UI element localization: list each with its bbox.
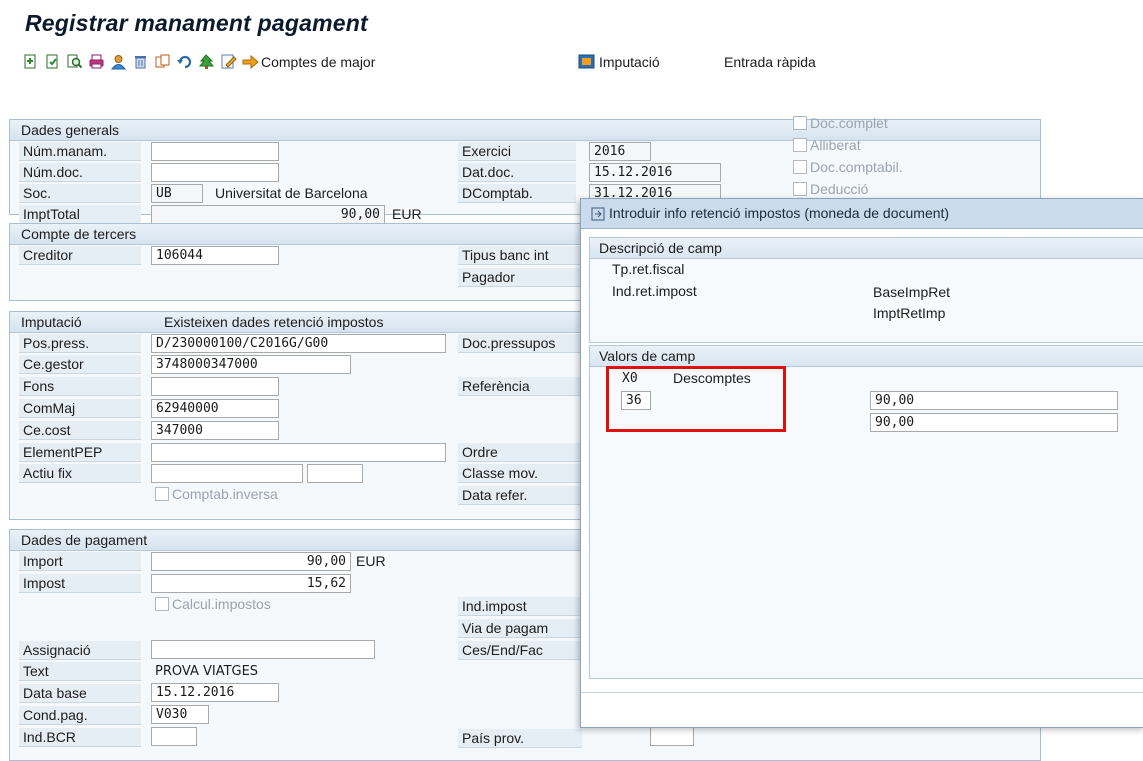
- pagador-label: Pagador: [458, 268, 582, 287]
- impt-ret-imp-field[interactable]: 90,00: [870, 413, 1118, 432]
- num-doc-label: Núm.doc.: [19, 163, 141, 182]
- user-icon[interactable]: [110, 53, 127, 70]
- dialog-title-bar[interactable]: Introduir info retenció impostos (moneda…: [581, 199, 1143, 229]
- doc-comptabil-checkbox[interactable]: Doc.comptabil.: [793, 158, 903, 177]
- ces-end-fac-label: Ces/End/Fac: [458, 641, 582, 660]
- retencio-impostos-dialog: Introduir info retenció impostos (moneda…: [580, 198, 1143, 728]
- impt-total-field[interactable]: 90,00: [151, 205, 385, 224]
- dialog-divider: [581, 692, 1143, 693]
- impt-ret-imp-label: ImptRetImp: [873, 305, 946, 321]
- arrow-icon[interactable]: [242, 53, 259, 70]
- import-field[interactable]: 90,00: [151, 552, 351, 571]
- classe-mov-label: Classe mov.: [458, 464, 582, 483]
- soc-field[interactable]: UB: [151, 184, 203, 203]
- impt-total-currency: EUR: [392, 206, 422, 222]
- page-title: Registrar manament pagament: [25, 10, 368, 36]
- group-header: Valors de camp: [590, 346, 1143, 367]
- elementpep-field[interactable]: [151, 443, 446, 462]
- tipus-banc-label: Tipus banc int: [458, 246, 582, 265]
- tree-icon[interactable]: [198, 53, 215, 70]
- imputacio-icon[interactable]: [578, 53, 595, 70]
- calcul-impostos-checkbox[interactable]: Calcul.impostos: [155, 595, 271, 614]
- num-manam-label: Núm.manam.: [19, 142, 141, 161]
- cond-pag-field[interactable]: V030: [151, 705, 209, 724]
- cond-pag-label: Cond.pag.: [19, 706, 141, 725]
- actiu-fix-sub-field[interactable]: [307, 464, 363, 483]
- duplicate-icon[interactable]: [154, 53, 171, 70]
- ind-impost-label: Ind.impost: [458, 597, 582, 616]
- retencio-note: Existeixen dades retenció impostos: [164, 314, 384, 330]
- new-document-icon[interactable]: [22, 53, 39, 70]
- tp-ret-fiscal-label: Tp.ret.fiscal: [612, 261, 685, 277]
- ind-ret-impost-label: Ind.ret.impost: [612, 283, 697, 299]
- exercici-label: Exercici: [458, 142, 576, 161]
- impost-label: Impost: [19, 574, 141, 593]
- num-doc-field[interactable]: [151, 163, 279, 182]
- via-pagament-label: Via de pagam: [458, 619, 582, 638]
- assignacio-field[interactable]: [151, 640, 375, 659]
- creditor-field[interactable]: 106044: [151, 246, 279, 265]
- alliberat-checkbox[interactable]: Alliberat: [793, 136, 861, 155]
- dialog-window-icon: [591, 207, 605, 221]
- pos-press-label: Pos.press.: [19, 334, 141, 353]
- text-label: Text: [19, 662, 141, 681]
- ce-gestor-label: Ce.gestor: [19, 355, 141, 374]
- doc-pressup-label: Doc.pressupos: [458, 334, 582, 353]
- print-icon[interactable]: [88, 53, 105, 70]
- base-imp-ret-field[interactable]: 90,00: [870, 391, 1118, 410]
- assignacio-label: Assignació: [19, 641, 141, 660]
- ce-cost-label: Ce.cost: [19, 421, 141, 440]
- commaj-field[interactable]: 62940000: [151, 399, 279, 418]
- impt-total-label: ImptTotal: [19, 205, 141, 224]
- data-base-label: Data base: [19, 684, 141, 703]
- text-value[interactable]: PROVA VIATGES: [155, 662, 258, 681]
- application-toolbar: Comptes de major Imputació Entrada ràpid…: [0, 46, 1143, 78]
- dcomptab-label: DComptab.: [458, 184, 576, 203]
- pos-press-field[interactable]: D/230000100/C2016G/G00: [151, 334, 446, 353]
- undo-icon[interactable]: [176, 53, 193, 70]
- pais-prov-label: País prov.: [458, 729, 582, 748]
- ordre-label: Ordre: [458, 443, 582, 462]
- data-base-field[interactable]: 15.12.2016: [151, 683, 279, 702]
- soc-label: Soc.: [19, 184, 141, 203]
- comptab-inversa-checkbox[interactable]: Comptab.inversa: [155, 485, 278, 504]
- fons-field[interactable]: [151, 377, 279, 396]
- elementpep-label: ElementPEP: [19, 443, 141, 462]
- referencia-label: Referència: [458, 377, 582, 396]
- comptes-de-major-button[interactable]: Comptes de major: [261, 54, 375, 70]
- delete-icon[interactable]: [132, 53, 149, 70]
- edit-icon[interactable]: [220, 53, 237, 70]
- actiu-fix-label: Actiu fix: [19, 464, 141, 483]
- fons-label: Fons: [19, 377, 141, 396]
- ce-gestor-field[interactable]: 3748000347000: [151, 355, 351, 374]
- num-manam-field[interactable]: [151, 142, 279, 161]
- actiu-fix-field[interactable]: [151, 464, 303, 483]
- exercici-field[interactable]: 2016: [589, 142, 651, 161]
- soc-name: Universitat de Barcelona: [215, 185, 368, 201]
- impost-field[interactable]: 15,62: [151, 574, 351, 593]
- dat-doc-field[interactable]: 15.12.2016: [589, 163, 721, 182]
- ind-bcr-label: Ind.BCR: [19, 728, 141, 747]
- pais-prov-field[interactable]: [650, 727, 694, 746]
- import-currency: EUR: [356, 553, 386, 569]
- base-imp-ret-label: BaseImpRet: [873, 284, 951, 300]
- highlight-annotation: [606, 366, 786, 432]
- copy-document-icon[interactable]: [44, 53, 61, 70]
- commaj-label: ComMaj: [19, 399, 141, 418]
- dialog-title: Introduir info retenció impostos (moneda…: [609, 205, 950, 221]
- imputacio-button[interactable]: Imputació: [599, 54, 660, 70]
- find-icon[interactable]: [66, 53, 83, 70]
- ce-cost-field[interactable]: 347000: [151, 421, 279, 440]
- data-refer-label: Data refer.: [458, 486, 582, 505]
- creditor-label: Creditor: [19, 246, 141, 265]
- import-label: Import: [19, 552, 141, 571]
- dat-doc-label: Dat.doc.: [458, 163, 576, 182]
- doc-complet-checkbox[interactable]: Doc.complet: [793, 114, 888, 133]
- group-header: Descripció de camp: [590, 238, 1143, 259]
- ind-bcr-field[interactable]: [151, 727, 197, 746]
- deduccio-checkbox[interactable]: Deducció: [793, 180, 868, 199]
- entrada-rapida-button[interactable]: Entrada ràpida: [724, 54, 816, 70]
